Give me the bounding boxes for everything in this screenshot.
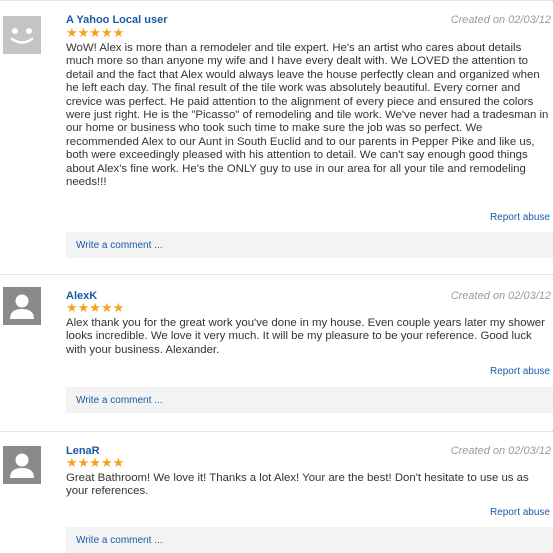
star-rating: ★★★★★: [66, 456, 125, 471]
review-separator: [0, 0, 553, 2]
report-abuse-link[interactable]: Report abuse: [490, 507, 550, 519]
review-text: Alex thank you for the great work you've…: [66, 317, 545, 356]
review-date: Created on 02/03/12: [450, 14, 551, 26]
comment-bar: Write a comment ...: [66, 387, 553, 413]
review-separator: [0, 431, 553, 433]
person-silhouette-avatar-icon: [3, 446, 41, 484]
comment-bar: Write a comment ...: [66, 232, 553, 258]
smiley-face-avatar-icon: [3, 16, 41, 54]
write-comment-link[interactable]: Write a comment ...: [76, 535, 163, 547]
review-separator: [0, 274, 553, 276]
comment-bar: Write a comment ...: [66, 527, 553, 553]
star-rating: ★★★★★: [66, 26, 125, 41]
person-silhouette-avatar-icon: [3, 287, 41, 325]
review-date: Created on 02/03/12: [450, 290, 551, 302]
review-text: Great Bathroom! We love it! Thanks a lot…: [66, 472, 529, 498]
report-abuse-link[interactable]: Report abuse: [490, 366, 550, 378]
review-date: Created on 02/03/12: [450, 445, 551, 457]
report-abuse-link[interactable]: Report abuse: [490, 212, 550, 224]
write-comment-link[interactable]: Write a comment ...: [76, 240, 163, 252]
write-comment-link[interactable]: Write a comment ...: [76, 395, 163, 407]
review-text: WoW! Alex is more than a remodeler and t…: [66, 42, 549, 189]
star-rating: ★★★★★: [66, 301, 125, 316]
